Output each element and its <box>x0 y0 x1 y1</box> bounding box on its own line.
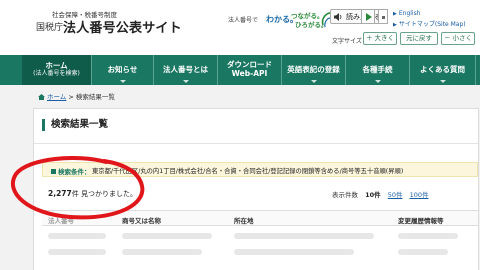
nav-item-label: よくある質問 <box>420 64 465 74</box>
breadcrumb-current: 検索結果一覧 <box>75 93 115 101</box>
display-count-option-100[interactable]: 100件 <box>410 191 429 199</box>
breadcrumb-home-link[interactable]: ホーム <box>47 93 66 101</box>
blurred-row <box>398 249 448 255</box>
blurred-row <box>234 233 374 239</box>
tagline-part1: 法人番号で <box>228 17 259 24</box>
font-size-label: 文字サイズ <box>332 38 362 45</box>
english-link-label: English <box>398 10 421 17</box>
font-size-large-button[interactable]: ＋ 大きく <box>363 32 397 45</box>
site-title[interactable]: 法人番号公表サイト <box>63 17 182 36</box>
blurred-row <box>398 233 458 239</box>
blurred-row <box>122 249 202 255</box>
nav-item-download[interactable]: ダウンロード Web-API <box>218 55 282 85</box>
search-condition-label-text: 検索条件 <box>58 168 84 176</box>
column-header-corporate-number: 法人番号 <box>48 217 74 225</box>
nav-item-home[interactable]: ホーム (法人番号を検索) <box>22 55 92 85</box>
breadcrumb-separator: > <box>66 93 76 101</box>
site-header: 社会保障・税番号制度 国税庁 法人番号公表サイト 法人番号で わかる。 つながる… <box>0 0 480 55</box>
sitemap-link-label: サイトマップ(Site Map) <box>398 21 466 28</box>
nav-item-news[interactable]: お知らせ <box>92 55 154 85</box>
nav-item-sublabel: Web-API <box>231 69 268 78</box>
result-count-suffix: 件 見つかりました。 <box>71 190 137 198</box>
breadcrumb: ホーム > 検索結果一覧 <box>38 91 115 101</box>
display-count-selector: 表示件数 10件 50件 100件 <box>332 189 433 199</box>
chevron-down-icon <box>374 80 381 83</box>
nav-item-faq[interactable]: よくある質問 <box>410 55 476 85</box>
play-button[interactable] <box>361 9 375 24</box>
stop-icon <box>382 16 385 19</box>
speaker-icon <box>334 13 342 21</box>
column-header-name: 商号又は名称 <box>122 217 161 225</box>
nav-item-procedures[interactable]: 各種手続 <box>346 55 410 85</box>
chevron-down-icon <box>119 80 126 83</box>
nav-item-label: 法人番号とは <box>163 64 208 74</box>
nav-item-about[interactable]: 法人番号とは <box>154 55 218 85</box>
results-card: 検索結果一覧 検索条件： 東京都/千代田区/丸の内1丁目/株式会社/合名・合資・… <box>33 108 479 270</box>
blurred-row <box>48 249 106 255</box>
chevron-down-icon <box>310 80 317 83</box>
result-count: 2,277件 見つかりました。 <box>48 189 137 199</box>
chevron-down-icon <box>182 80 189 83</box>
play-icon <box>366 13 372 21</box>
blurred-row <box>48 233 106 239</box>
search-condition-label: 検索条件： <box>51 166 91 176</box>
english-link[interactable]: ▶ English <box>393 10 421 17</box>
display-count-label: 表示件数 <box>332 191 358 199</box>
display-count-option-10: 10件 <box>365 191 381 199</box>
font-size-reset-button[interactable]: 元に戻す <box>400 32 438 45</box>
search-condition-box: 検索条件： 東京都/千代田区/丸の内1丁目/株式会社/合名・合資・合同会社/登記… <box>42 162 478 177</box>
blurred-row <box>122 233 212 239</box>
global-nav: ホーム (法人番号を検索) お知らせ 法人番号とは ダウンロード Web-API… <box>0 55 480 85</box>
result-count-number: 2,277 <box>48 189 72 198</box>
arrow-right-icon: ▶ <box>393 11 397 17</box>
tagline: 法人番号で わかる。 つながる。 ひろがる。 <box>222 6 334 36</box>
volume-button[interactable] <box>378 9 388 24</box>
page-title: 検索結果一覧 <box>42 119 108 131</box>
results-table-body <box>42 227 478 270</box>
font-size-small-button[interactable]: － 小さく <box>441 32 475 45</box>
sitemap-link[interactable]: ▶ サイトマップ(Site Map) <box>393 19 466 28</box>
column-header-history: 変更履歴情報等 <box>398 217 444 225</box>
nav-item-english-registration[interactable]: 英語表記の登録 <box>282 55 346 85</box>
column-header-address: 所在地 <box>234 217 254 225</box>
chevron-down-icon <box>439 80 446 83</box>
home-icon <box>38 94 45 100</box>
nav-item-label: 英語表記の登録 <box>287 64 340 74</box>
divider <box>34 143 478 144</box>
logo-agency[interactable]: 国税庁 <box>36 20 63 33</box>
blurred-row <box>234 249 354 255</box>
nav-item-label: お知らせ <box>107 64 138 74</box>
nav-item-sublabel: (法人番号を検索) <box>33 69 80 77</box>
arrow-right-icon: ▶ <box>393 22 397 28</box>
results-table-header: 法人番号 商号又は名称 所在地 変更履歴情報等 <box>42 210 478 226</box>
nav-item-label: 各種手続 <box>362 64 393 74</box>
display-count-option-50[interactable]: 50件 <box>388 191 403 199</box>
search-condition-text: 東京都/千代田区/丸の内1丁目/株式会社/合名・合資・合同会社/登記記録の閉鎖等… <box>92 168 404 175</box>
square-bullet-icon <box>51 169 56 174</box>
